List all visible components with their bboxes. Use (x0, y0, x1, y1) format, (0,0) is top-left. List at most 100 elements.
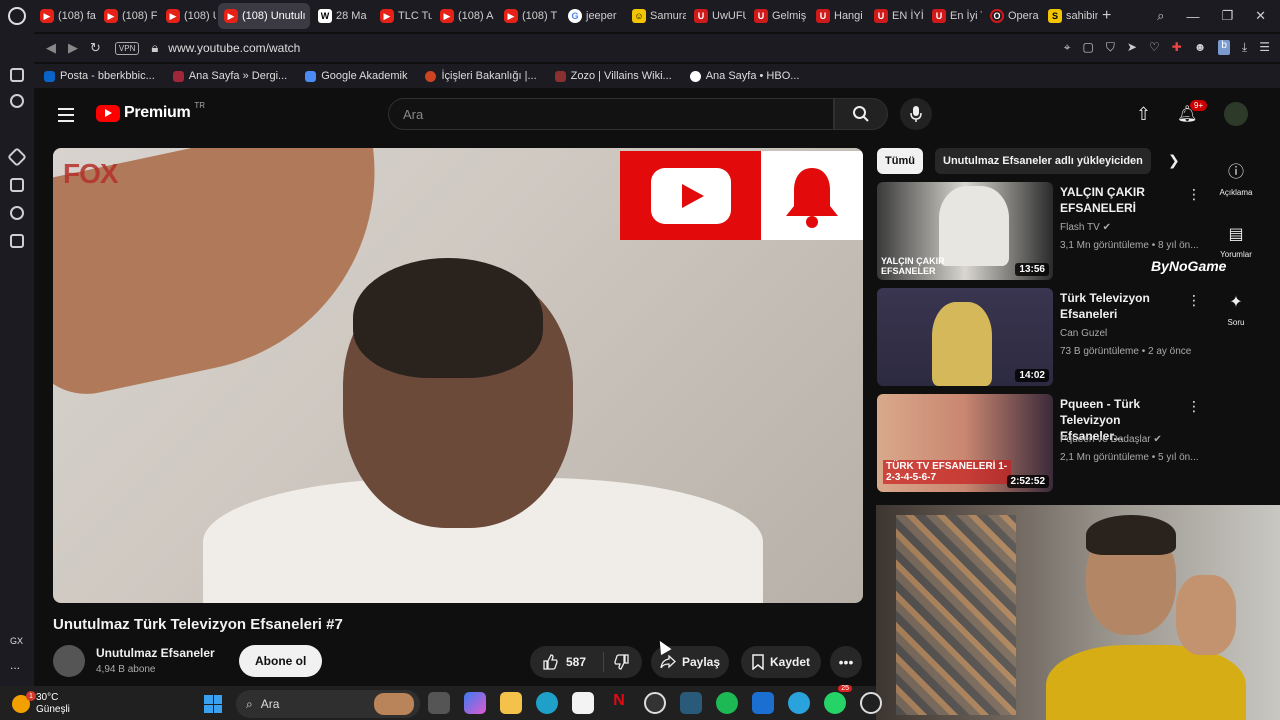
video-title[interactable]: Türk Televizyon Efsaneleri (1060, 290, 1184, 322)
gx-label[interactable]: GX (10, 636, 23, 646)
channel-name[interactable]: Pqueen ve Dadaşlar ✔︎ (1060, 434, 1162, 445)
pin-icon[interactable]: ⌖ (1064, 40, 1071, 55)
browser-tab[interactable]: Gjeeper (562, 3, 624, 29)
speed-dial-icon[interactable] (10, 68, 24, 82)
opera-menu-icon[interactable] (8, 7, 26, 25)
vpn-badge[interactable]: VPN (114, 41, 140, 55)
browser-tab[interactable]: ▶ TLC Tu (374, 3, 432, 29)
extension-cat-icon[interactable]: ☻ (1194, 40, 1207, 55)
browser-tab[interactable]: U Gelmiş (748, 3, 808, 29)
twitch-icon[interactable] (7, 147, 27, 167)
task-view-icon[interactable] (428, 692, 450, 714)
subscribe-button[interactable]: Abone ol (239, 645, 323, 677)
channel-name[interactable]: Can Guzel (1060, 328, 1107, 339)
like-button[interactable]: 587 (530, 652, 604, 672)
copilot-icon[interactable] (464, 692, 486, 714)
browser-tab[interactable]: O Opera (984, 3, 1040, 29)
video-title[interactable]: YALÇIN ÇAKIR EFSANELERİ (1060, 184, 1184, 216)
search-input[interactable]: Ara (388, 98, 834, 130)
video-thumbnail[interactable]: TÜRK TV EFSANELERİ 1-2-3-4-5-6-7 2:52:52 (877, 394, 1053, 492)
start-icon[interactable] (204, 695, 222, 713)
store-icon[interactable] (572, 692, 594, 714)
chip-uploader[interactable]: Unutulmaz Efsaneler adlı yükleyiciden (935, 148, 1151, 174)
bookmark-item[interactable]: Zozo | Villains Wiki... (554, 70, 672, 82)
channel-name[interactable]: Flash TV ✔︎ (1060, 222, 1111, 233)
channel-avatar[interactable] (53, 645, 85, 677)
spotify-icon[interactable] (716, 692, 738, 714)
url-field[interactable]: www.youtube.com/watch (168, 41, 300, 55)
whatsapp-icon[interactable]: 25 (824, 685, 852, 714)
browser-tab[interactable]: ▶ (108) fa (34, 3, 96, 29)
browser-tab[interactable]: ▶ (108) A (434, 3, 496, 29)
extensions-icon[interactable] (10, 234, 24, 248)
opera-gx-icon[interactable] (644, 692, 666, 714)
back-icon[interactable]: ◀ (46, 40, 56, 56)
download-icon[interactable]: ⤓ (1242, 40, 1247, 55)
more-vertical-icon[interactable]: ⋮ (1187, 292, 1201, 309)
bookmark-item[interactable]: Google Akademik (305, 70, 407, 82)
settings-icon[interactable]: ☰ (1259, 40, 1270, 55)
video-thumbnail[interactable]: 14:02 (877, 288, 1053, 386)
browser-tab[interactable]: U Hangi (810, 3, 866, 29)
file-explorer-icon[interactable] (500, 692, 522, 714)
browser-tab[interactable]: ▶ (108) Fi (98, 3, 158, 29)
search-tabs-icon[interactable]: ⌕ (1157, 8, 1164, 24)
menu-icon[interactable] (58, 108, 74, 126)
notes-icon[interactable] (10, 178, 24, 192)
snapshot-icon[interactable]: ▢ (1082, 40, 1093, 55)
minimize-icon[interactable]: — (1186, 9, 1199, 24)
sidebar-more-icon[interactable]: ... (10, 658, 20, 672)
browser-tab[interactable]: W 28 Ma (312, 3, 372, 29)
close-icon[interactable]: ✕ (1255, 8, 1266, 24)
voice-search-button[interactable] (900, 98, 932, 130)
bookmark-item[interactable]: Ana Sayfa • HBO... (689, 70, 799, 82)
browser-tab[interactable]: Ssahibin (1042, 3, 1098, 29)
rail-comments[interactable]: ▤ Yorumlar (1214, 224, 1258, 259)
bookmark-item[interactable]: Posta - bberkbbic... (44, 70, 155, 82)
shield-icon[interactable]: ⛉ (1106, 40, 1115, 55)
account-avatar[interactable] (1224, 102, 1248, 126)
send-icon[interactable]: ➤ (1127, 40, 1137, 55)
recommendation-item[interactable]: 14:02 Türk Televizyon Efsaneleri Can Guz… (877, 288, 1207, 386)
video-player[interactable]: FOX (53, 148, 863, 603)
bookmark-item[interactable]: İçişleri Bakanlığı |... (425, 70, 537, 82)
browser-tab[interactable]: U EN İYİ (868, 3, 924, 29)
forward-icon[interactable]: ▶ (68, 40, 78, 56)
browser-tab[interactable]: ☺ Samura (626, 3, 686, 29)
rail-description[interactable]: ⓘ Açıklama (1214, 158, 1258, 197)
app-icon[interactable] (680, 692, 702, 714)
weather-widget[interactable]: 1 30°C Güneşli (12, 691, 70, 716)
new-tab-icon[interactable]: + (1102, 7, 1111, 25)
more-vertical-icon[interactable]: ⋮ (1187, 398, 1201, 415)
youtube-logo[interactable]: Premium TR (96, 101, 205, 122)
browser-tab[interactable]: ▶ (108) U (160, 3, 216, 29)
mail-icon[interactable] (752, 692, 774, 714)
browser-tab[interactable]: U En İyi T (926, 3, 982, 29)
video-thumbnail[interactable]: YALÇIN ÇAKIR EFSANELER 13:56 (877, 182, 1053, 280)
more-vertical-icon[interactable]: ⋮ (1187, 186, 1201, 203)
browser-tab[interactable]: ▶ (108) Unutulı (218, 3, 310, 29)
gx-corner-icon[interactable] (10, 94, 24, 108)
recommendation-item[interactable]: TÜRK TV EFSANELERİ 1-2-3-4-5-6-7 2:52:52… (877, 394, 1207, 492)
search-button[interactable] (834, 98, 888, 130)
edge-icon[interactable] (536, 692, 558, 714)
reload-icon[interactable]: ↻ (90, 40, 101, 56)
upload-icon[interactable]: ⇧ (1136, 104, 1151, 125)
more-actions-button[interactable]: ••• (830, 646, 862, 678)
extension-b-icon[interactable]: b (1218, 40, 1230, 55)
chevron-right-icon[interactable]: ❯ (1168, 152, 1180, 169)
chatgpt-icon[interactable] (860, 692, 882, 714)
telegram-icon[interactable] (788, 692, 810, 714)
maximize-icon[interactable]: ❐ (1221, 8, 1233, 24)
extension-red-icon[interactable]: ✚ (1172, 40, 1182, 55)
bookmark-item[interactable]: Ana Sayfa » Dergi... (172, 70, 287, 82)
chip-all[interactable]: Tümü (877, 148, 923, 174)
save-button[interactable]: Kaydet (741, 646, 821, 678)
rail-ask[interactable]: ✦ Soru (1214, 292, 1258, 327)
heart-icon[interactable]: ♡ (1149, 40, 1160, 55)
history-icon[interactable] (10, 206, 24, 220)
taskbar-search[interactable]: ⌕ Ara (236, 690, 420, 718)
channel-name[interactable]: Unutulmaz Efsaneler (96, 646, 215, 660)
browser-tab[interactable]: ▶ (108) T (498, 3, 560, 29)
dislike-button[interactable] (604, 654, 630, 670)
